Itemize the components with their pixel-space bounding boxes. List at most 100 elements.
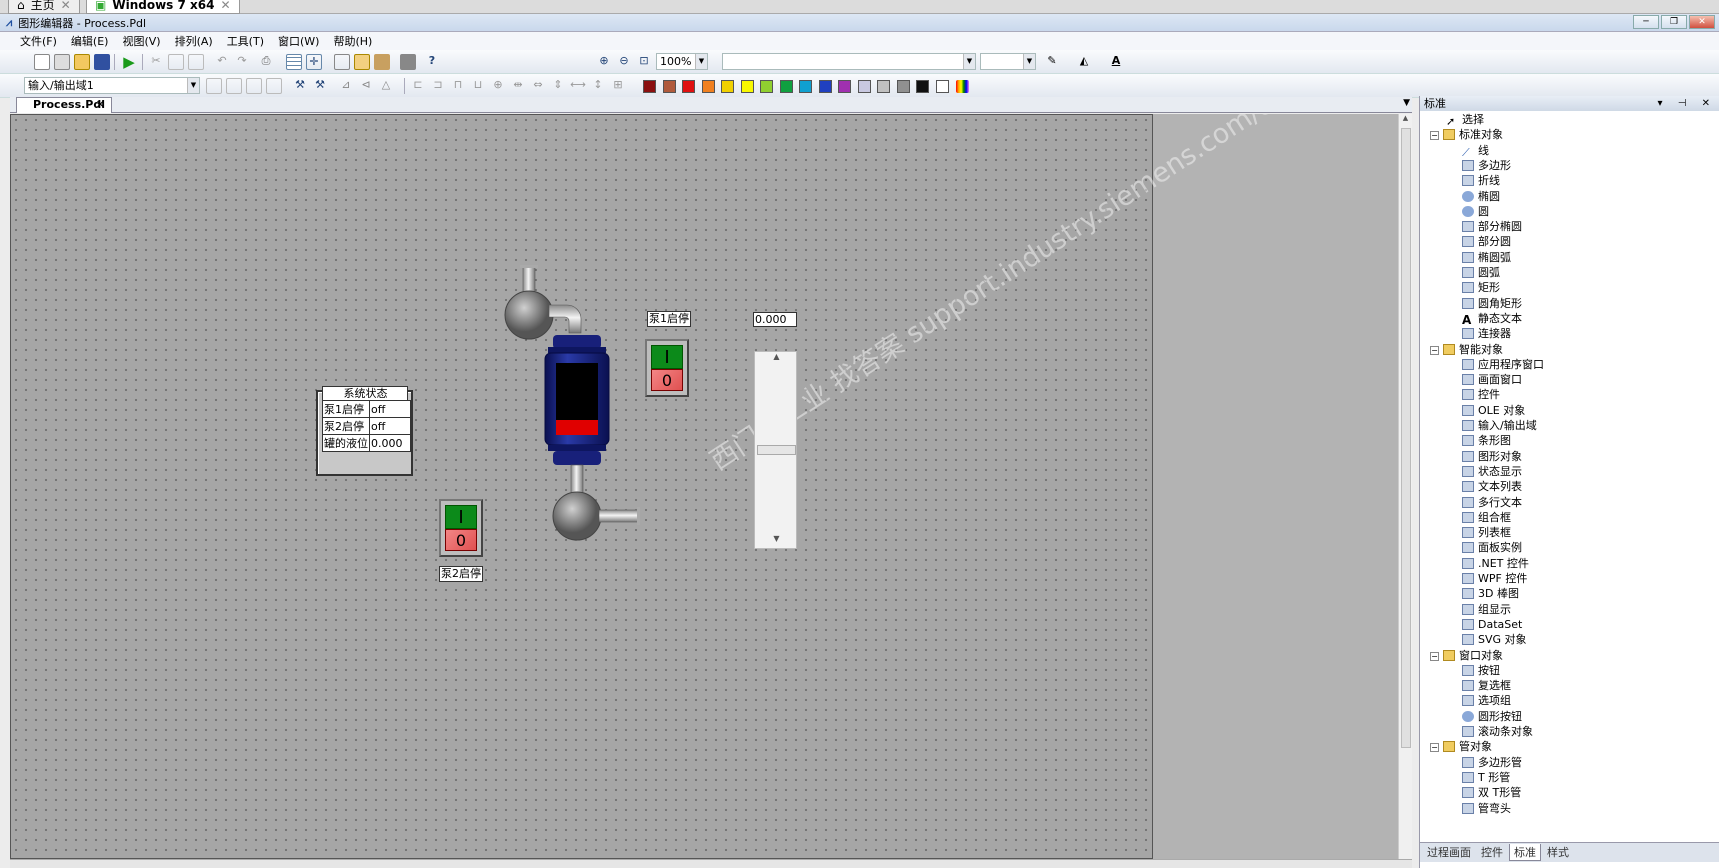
open-icon[interactable] [74, 54, 90, 70]
distribute-icon[interactable]: ⇹ [510, 78, 526, 94]
redo-icon[interactable]: ↷ [234, 54, 250, 70]
font-size-select[interactable]: ▼ [980, 53, 1036, 70]
color-swatch[interactable] [779, 80, 793, 93]
scrollbar-thumb[interactable] [1401, 128, 1411, 748]
color-swatch[interactable] [721, 80, 734, 93]
wand-icon[interactable]: ⚒ [292, 78, 308, 94]
center-icon[interactable]: ⊕ [490, 78, 506, 94]
row-value[interactable]: off [369, 400, 411, 418]
tree-item[interactable]: 3D 棒图 [1462, 587, 1519, 601]
tree-item[interactable]: 滚动条对象 [1462, 725, 1533, 739]
menu-edit[interactable]: 编辑(E) [71, 33, 109, 49]
same-height-icon[interactable]: ↕ [590, 78, 606, 94]
align-right-icon[interactable]: ⊐ [430, 78, 446, 94]
tab-controls[interactable]: 控件 [1477, 844, 1507, 861]
tree-item[interactable]: 多行文本 [1462, 496, 1522, 510]
save-icon[interactable] [94, 54, 110, 70]
zoom-out-icon[interactable]: ⊖ [616, 54, 632, 70]
tree-item[interactable]: 图形对象 [1462, 450, 1522, 464]
zoom-in-icon[interactable]: ⊕ [596, 54, 612, 70]
tab-list-icon[interactable]: ▼ [1403, 98, 1410, 108]
tree-item[interactable]: T 形管 [1462, 771, 1510, 785]
scroll-up-icon[interactable]: ▲ [755, 352, 798, 366]
same-width-icon[interactable]: ⟷ [570, 78, 586, 94]
print-icon[interactable]: ⎙ [258, 54, 274, 70]
panel-controls[interactable]: ▾ ⊣ ✕ [1658, 96, 1716, 111]
collapse-icon[interactable]: − [1430, 651, 1439, 661]
tree-item[interactable]: 按钮 [1462, 664, 1500, 678]
tree-item[interactable]: ⟋ 线 [1462, 144, 1489, 159]
tree-item[interactable]: 圆角矩形 [1462, 297, 1522, 311]
tree-item[interactable]: 输入/输出域 [1462, 419, 1537, 433]
vm-tab-home[interactable]: ⌂ 主页 ✕ [8, 0, 80, 14]
color-swatch[interactable] [740, 80, 754, 93]
tree-item[interactable]: 文本列表 [1462, 480, 1522, 494]
tree-item[interactable]: 圆弧 [1462, 266, 1500, 280]
paste-icon[interactable] [188, 54, 204, 70]
color-swatch[interactable] [701, 80, 715, 93]
close-icon[interactable]: ✕ [96, 98, 105, 112]
pump2-toggle-button[interactable]: I 0 [439, 499, 483, 557]
tree-item[interactable]: SVG 对象 [1462, 633, 1527, 647]
color-swatch[interactable] [662, 80, 676, 93]
color-swatch[interactable] [682, 80, 695, 93]
properties-icon[interactable] [400, 54, 416, 70]
wand-icon[interactable]: ⚒ [312, 78, 328, 94]
tree-item[interactable]: 面板实例 [1462, 541, 1522, 555]
tree-item[interactable]: 应用程序窗口 [1462, 358, 1544, 372]
tree-item[interactable]: 圆 [1462, 205, 1489, 219]
minimize-button[interactable]: ─ [1633, 15, 1659, 29]
row-value[interactable]: 0.000 [369, 434, 411, 452]
tree-item[interactable]: 矩形 [1462, 281, 1500, 295]
font-select[interactable]: ▼ [722, 53, 976, 70]
new-icon[interactable] [34, 54, 50, 70]
row-value[interactable]: off [369, 417, 411, 435]
layer-icon[interactable] [226, 78, 242, 94]
tree-item[interactable]: 条形图 [1462, 434, 1511, 448]
level-io-field[interactable]: 0.000 [753, 312, 797, 327]
vm-tab-windows[interactable]: ▣ Windows 7 x64 ✕ [86, 0, 240, 14]
tree-item[interactable]: 多边形 [1462, 159, 1511, 173]
tree-item[interactable]: 多边形管 [1462, 756, 1522, 770]
tree-group[interactable]: − 窗口对象 [1430, 649, 1503, 663]
tree-item[interactable]: 部分椭圆 [1462, 220, 1522, 234]
menu-view[interactable]: 视图(V) [122, 33, 160, 49]
undo-icon[interactable]: ↶ [214, 54, 230, 70]
tank-pump-graphic[interactable] [491, 265, 661, 595]
align-top-icon[interactable]: ⊓ [450, 78, 466, 94]
tree-item[interactable]: 部分圆 [1462, 235, 1511, 249]
tab-process-pdl[interactable]: Process.Pdl ✕ [16, 97, 112, 113]
close-button[interactable]: ✕ [1689, 15, 1715, 29]
zoom-fit-icon[interactable]: ⊡ [636, 54, 652, 70]
scroll-up-icon[interactable]: ▲ [1399, 114, 1412, 122]
collapse-icon[interactable]: − [1430, 743, 1439, 753]
snap-icon[interactable]: ✛ [306, 54, 322, 70]
tree-item[interactable]: 控件 [1462, 388, 1500, 402]
object-select[interactable]: 输入/输出域1 ▼ [24, 77, 200, 94]
menu-arrange[interactable]: 排列(A) [175, 33, 213, 49]
color-swatch[interactable] [643, 80, 656, 93]
tree-item[interactable]: 组合框 [1462, 511, 1511, 525]
line-color-icon[interactable]: ✎ [1044, 54, 1060, 70]
tab-process-pictures[interactable]: 过程画面 [1423, 844, 1475, 861]
tree-group[interactable]: − 管对象 [1430, 740, 1492, 754]
library-icon[interactable] [354, 54, 370, 70]
zoom-select[interactable]: 100% ▼ [656, 53, 708, 70]
run-icon[interactable]: ▶ [121, 54, 137, 70]
fill-color-icon[interactable]: ◭ [1076, 54, 1092, 70]
palette-icon[interactable] [374, 54, 390, 70]
tree-group[interactable]: − 智能对象 [1430, 343, 1503, 357]
tree-item[interactable]: 选项组 [1462, 694, 1511, 708]
layer-icon[interactable] [266, 78, 282, 94]
tree-item[interactable]: 组显示 [1462, 603, 1511, 617]
close-icon[interactable]: ✕ [61, 0, 71, 12]
distribute-icon[interactable]: ⇔ [530, 78, 546, 94]
layer-icon[interactable] [206, 78, 222, 94]
tree-item[interactable]: 折线 [1462, 174, 1500, 188]
tree-item[interactable]: 双 T形管 [1462, 786, 1521, 800]
color-swatch[interactable] [799, 80, 812, 93]
align-left-icon[interactable]: ⊏ [410, 78, 426, 94]
tree-item[interactable]: OLE 对象 [1462, 404, 1525, 418]
menu-tools[interactable]: 工具(T) [227, 33, 264, 49]
tree-item[interactable]: 画面窗口 [1462, 373, 1522, 387]
